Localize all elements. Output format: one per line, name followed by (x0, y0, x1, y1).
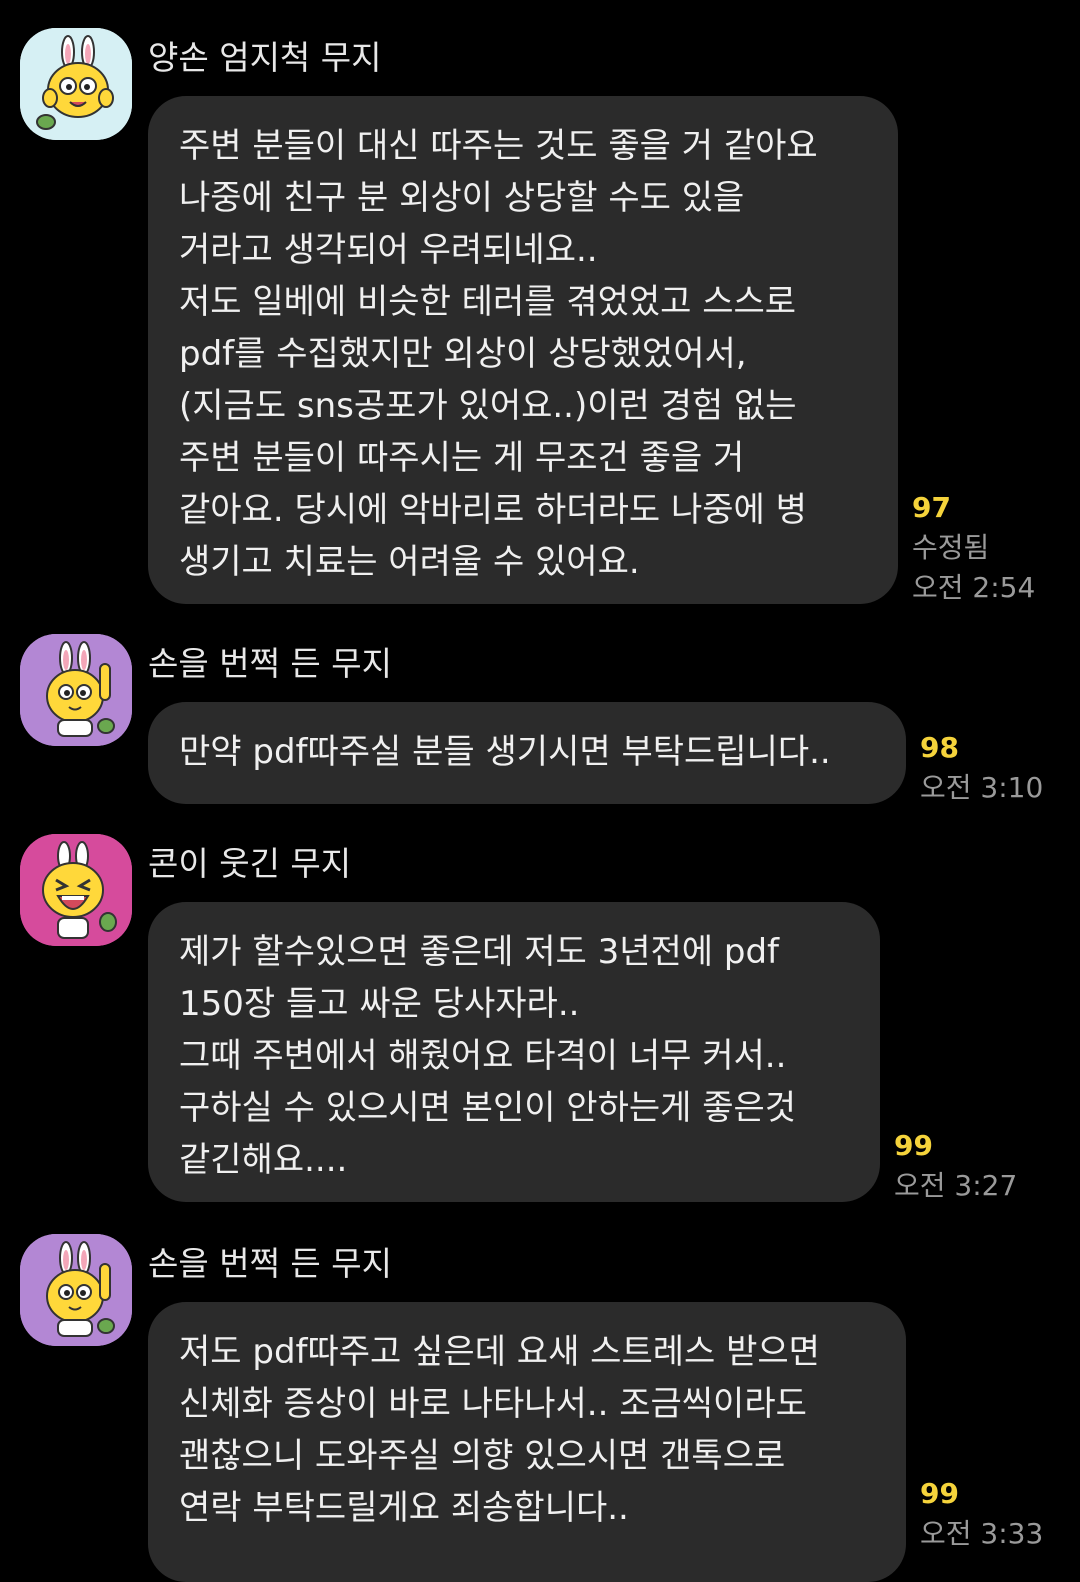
timestamp: 오전 3:27 (894, 1169, 1018, 1202)
message-line: 구하실 수 있으시면 본인이 안하는게 좋은것 (179, 1088, 797, 1128)
unread-count: 98 (920, 731, 959, 764)
message-line: 주변 분들이 대신 따주는 것도 좋을 거 같아요 (179, 126, 818, 166)
muzi-hand-raised-icon (20, 1234, 132, 1346)
message-meta: 98 오전 3:10 (920, 728, 1043, 808)
sender-name: 손을 번쩍 든 무지 (148, 1244, 392, 1283)
message-line: 만약 pdf따주실 분들 생기시면 부탁드립니다.. (179, 732, 831, 772)
message-line: 저도 일베에 비슷한 테러를 겪었었고 스스로 (179, 282, 797, 322)
avatar[interactable] (20, 28, 132, 140)
message-meta: 99 오전 3:33 (920, 1474, 1043, 1554)
chat-thread: 양손 엄지척 무지 주변 분들이 대신 따주는 것도 좋을 거 같아요 나중에 … (0, 0, 1080, 1582)
muzi-laughing-icon (20, 834, 132, 946)
message-line: 신체화 증상이 바로 나타나서.. 조금씩이라도 (179, 1384, 807, 1424)
message-line: 주변 분들이 따주시는 게 무조건 좋을 거 (179, 438, 745, 478)
message-line: (지금도 sns공포가 있어요..)이런 경험 없는 (179, 386, 797, 426)
unread-count: 99 (894, 1129, 933, 1162)
unread-count: 99 (920, 1477, 959, 1510)
message-line: 제가 할수있으면 좋은데 저도 3년전에 pdf (179, 932, 780, 972)
avatar[interactable] (20, 634, 132, 746)
muzi-thumbs-up-icon (20, 28, 132, 140)
timestamp: 오전 3:10 (920, 771, 1044, 804)
timestamp: 오전 3:33 (920, 1517, 1044, 1550)
message-meta: 97 수정됨 오전 2:54 (912, 488, 1035, 608)
message-bubble[interactable]: 제가 할수있으면 좋은데 저도 3년전에 pdf 150장 들고 싸운 당사자라… (148, 902, 880, 1202)
message-line: 괜찮으니 도와주실 의향 있으시면 갠톡으로 (179, 1436, 786, 1476)
message-line: 나중에 친구 분 외상이 상당할 수도 있을 (179, 178, 745, 218)
message-line: 거라고 생각되어 우려되네요.. (179, 230, 598, 270)
message-line: 150장 들고 싸운 당사자라.. (179, 984, 580, 1024)
message-bubble[interactable]: 저도 pdf따주고 싶은데 요새 스트레스 받으면 신체화 증상이 바로 나타나… (148, 1302, 906, 1582)
unread-count: 97 (912, 491, 951, 524)
sender-name: 콘이 웃긴 무지 (148, 844, 352, 883)
avatar[interactable] (20, 834, 132, 946)
message-bubble[interactable]: 주변 분들이 대신 따주는 것도 좋을 거 같아요 나중에 친구 분 외상이 상… (148, 96, 898, 604)
timestamp: 오전 2:54 (912, 571, 1036, 604)
message-line: 연락 부탁드릴게요 죄송합니다.. (179, 1488, 629, 1528)
message-line: 생기고 치료는 어려울 수 있어요. (179, 542, 640, 582)
message-line: 같아요. 당시에 악바리로 하더라도 나중에 병 (179, 490, 807, 530)
message-line: 같긴해요.... (179, 1140, 348, 1180)
message-line: pdf를 수집했지만 외상이 상당했었어서, (179, 334, 747, 374)
message-line: 그때 주변에서 해줬어요 타격이 너무 커서.. (179, 1036, 787, 1076)
edited-label: 수정됨 (912, 531, 990, 564)
message-line: 저도 pdf따주고 싶은데 요새 스트레스 받으면 (179, 1332, 820, 1372)
avatar[interactable] (20, 1234, 132, 1346)
message-bubble[interactable]: 만약 pdf따주실 분들 생기시면 부탁드립니다.. (148, 702, 906, 804)
sender-name: 손을 번쩍 든 무지 (148, 644, 392, 683)
message-meta: 99 오전 3:27 (894, 1126, 1017, 1206)
sender-name: 양손 엄지척 무지 (148, 38, 382, 77)
muzi-hand-raised-icon (20, 634, 132, 746)
